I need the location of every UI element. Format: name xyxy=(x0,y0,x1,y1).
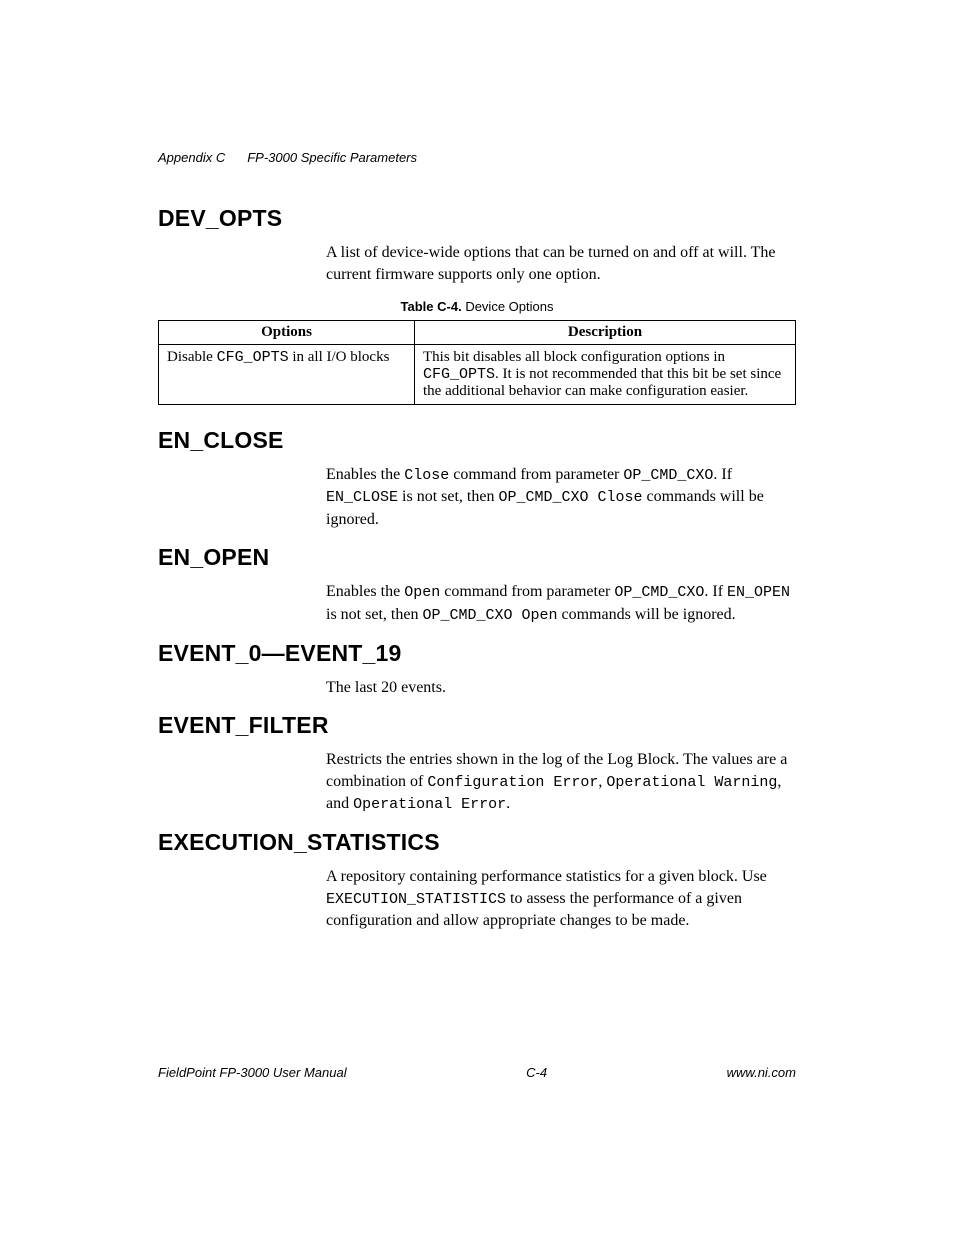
section-event-0-19: EVENT_0—EVENT_19 The last 20 events. xyxy=(158,640,796,699)
heading-en-open: EN_OPEN xyxy=(158,544,796,571)
table-label-bold: Table C-4. xyxy=(401,299,462,314)
header-appendix: Appendix C xyxy=(158,150,225,165)
page: Appendix C FP-3000 Specific Parameters DE… xyxy=(0,0,954,1235)
page-footer: FieldPoint FP-3000 User Manual C-4 www.n… xyxy=(158,1065,796,1080)
en-close-body: Enables the Close command from parameter… xyxy=(326,464,796,530)
table-cell-description: This bit disables all block configuratio… xyxy=(415,345,796,405)
table-caption: Table C-4. Device Options xyxy=(158,299,796,314)
heading-execution-statistics: EXECUTION_STATISTICS xyxy=(158,829,796,856)
section-dev-opts: DEV_OPTS A list of device-wide options t… xyxy=(158,205,796,405)
section-event-filter: EVENT_FILTER Restricts the entries shown… xyxy=(158,712,796,815)
heading-event-filter: EVENT_FILTER xyxy=(158,712,796,739)
event-filter-body: Restricts the entries shown in the log o… xyxy=(326,749,796,815)
table-row: Disable CFG_OPTS in all I/O blocks This … xyxy=(159,345,796,405)
event-0-19-body: The last 20 events. xyxy=(326,677,796,699)
section-en-close: EN_CLOSE Enables the Close command from … xyxy=(158,427,796,530)
en-open-body: Enables the Open command from parameter … xyxy=(326,581,796,626)
header-title: FP-3000 Specific Parameters xyxy=(247,150,417,165)
page-header: Appendix C FP-3000 Specific Parameters xyxy=(158,150,796,165)
footer-center: C-4 xyxy=(526,1065,547,1080)
footer-left: FieldPoint FP-3000 User Manual xyxy=(158,1065,347,1080)
heading-event-0-19: EVENT_0—EVENT_19 xyxy=(158,640,796,667)
section-en-open: EN_OPEN Enables the Open command from pa… xyxy=(158,544,796,626)
section-execution-statistics: EXECUTION_STATISTICS A repository contai… xyxy=(158,829,796,931)
footer-right: www.ni.com xyxy=(727,1065,796,1080)
table-cell-option: Disable CFG_OPTS in all I/O blocks xyxy=(159,345,415,405)
heading-dev-opts: DEV_OPTS xyxy=(158,205,796,232)
table-header-description: Description xyxy=(415,321,796,345)
dev-opts-body: A list of device-wide options that can b… xyxy=(326,242,796,285)
execution-statistics-body: A repository containing performance stat… xyxy=(326,866,796,931)
heading-en-close: EN_CLOSE xyxy=(158,427,796,454)
device-options-table: Options Description Disable CFG_OPTS in … xyxy=(158,320,796,405)
table-header-options: Options xyxy=(159,321,415,345)
table-label-rest: Device Options xyxy=(465,299,553,314)
